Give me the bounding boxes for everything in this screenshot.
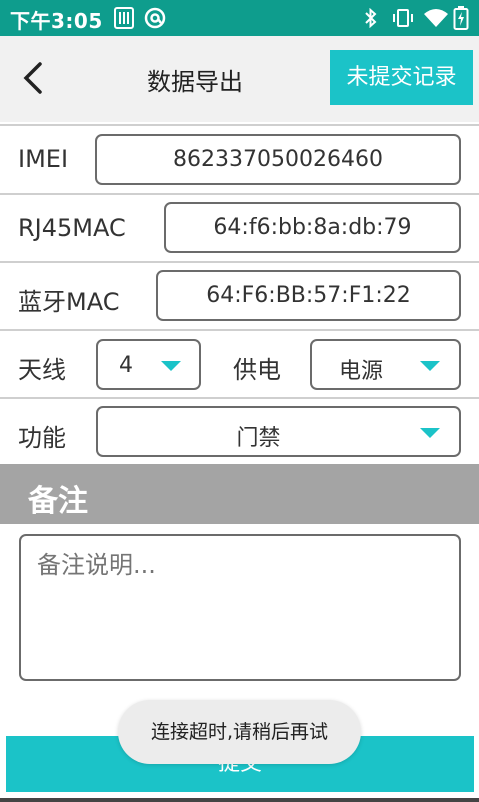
bluetooth-icon — [365, 8, 377, 28]
circle-app-icon — [144, 7, 166, 29]
antenna-select[interactable]: 4 — [96, 339, 201, 390]
antenna-value: 4 — [119, 353, 133, 378]
bottom-edge — [0, 798, 479, 802]
remarks-textarea[interactable] — [19, 534, 461, 681]
status-bar: 下午3:05 — [0, 0, 479, 36]
rj45mac-field[interactable]: 64:f6:bb:8a:db:79 — [164, 202, 461, 253]
divider — [0, 124, 479, 126]
dropdown-arrow-icon — [420, 428, 440, 438]
antenna-label: 天线 — [18, 356, 66, 384]
dropdown-arrow-icon — [161, 361, 181, 371]
divider — [0, 329, 479, 331]
function-label: 功能 — [18, 424, 66, 452]
app-bar: 数据导出 未提交记录 — [0, 36, 479, 122]
imei-label: IMEI — [18, 145, 69, 173]
imei-field[interactable]: 862337050026460 — [95, 134, 461, 185]
power-select[interactable]: 电源 — [310, 339, 461, 390]
rj45mac-label: RJ45MAC — [18, 214, 126, 242]
remarks-section-title: 备注 — [28, 484, 88, 519]
vibrate-icon — [393, 9, 413, 27]
status-time: 下午3:05 — [10, 9, 103, 33]
function-select[interactable]: 门禁 — [96, 406, 461, 457]
unsubmitted-records-button[interactable]: 未提交记录 — [330, 50, 473, 105]
dropdown-arrow-icon — [420, 361, 440, 371]
power-label: 供电 — [233, 356, 281, 384]
divider — [0, 261, 479, 263]
toast-message: 连接超时,请稍后再试 — [118, 700, 361, 764]
remarks-section-header: 备注 — [0, 464, 479, 524]
wifi-icon — [424, 9, 448, 27]
divider — [0, 193, 479, 195]
battery-icon — [453, 6, 469, 30]
sim-card-icon — [114, 7, 134, 29]
divider — [0, 397, 479, 399]
bluetooth-mac-field[interactable]: 64:F6:BB:57:F1:22 — [156, 270, 461, 321]
power-value: 电源 — [339, 359, 384, 384]
bluetooth-mac-label: 蓝牙MAC — [18, 288, 120, 316]
function-value: 门禁 — [236, 426, 281, 451]
